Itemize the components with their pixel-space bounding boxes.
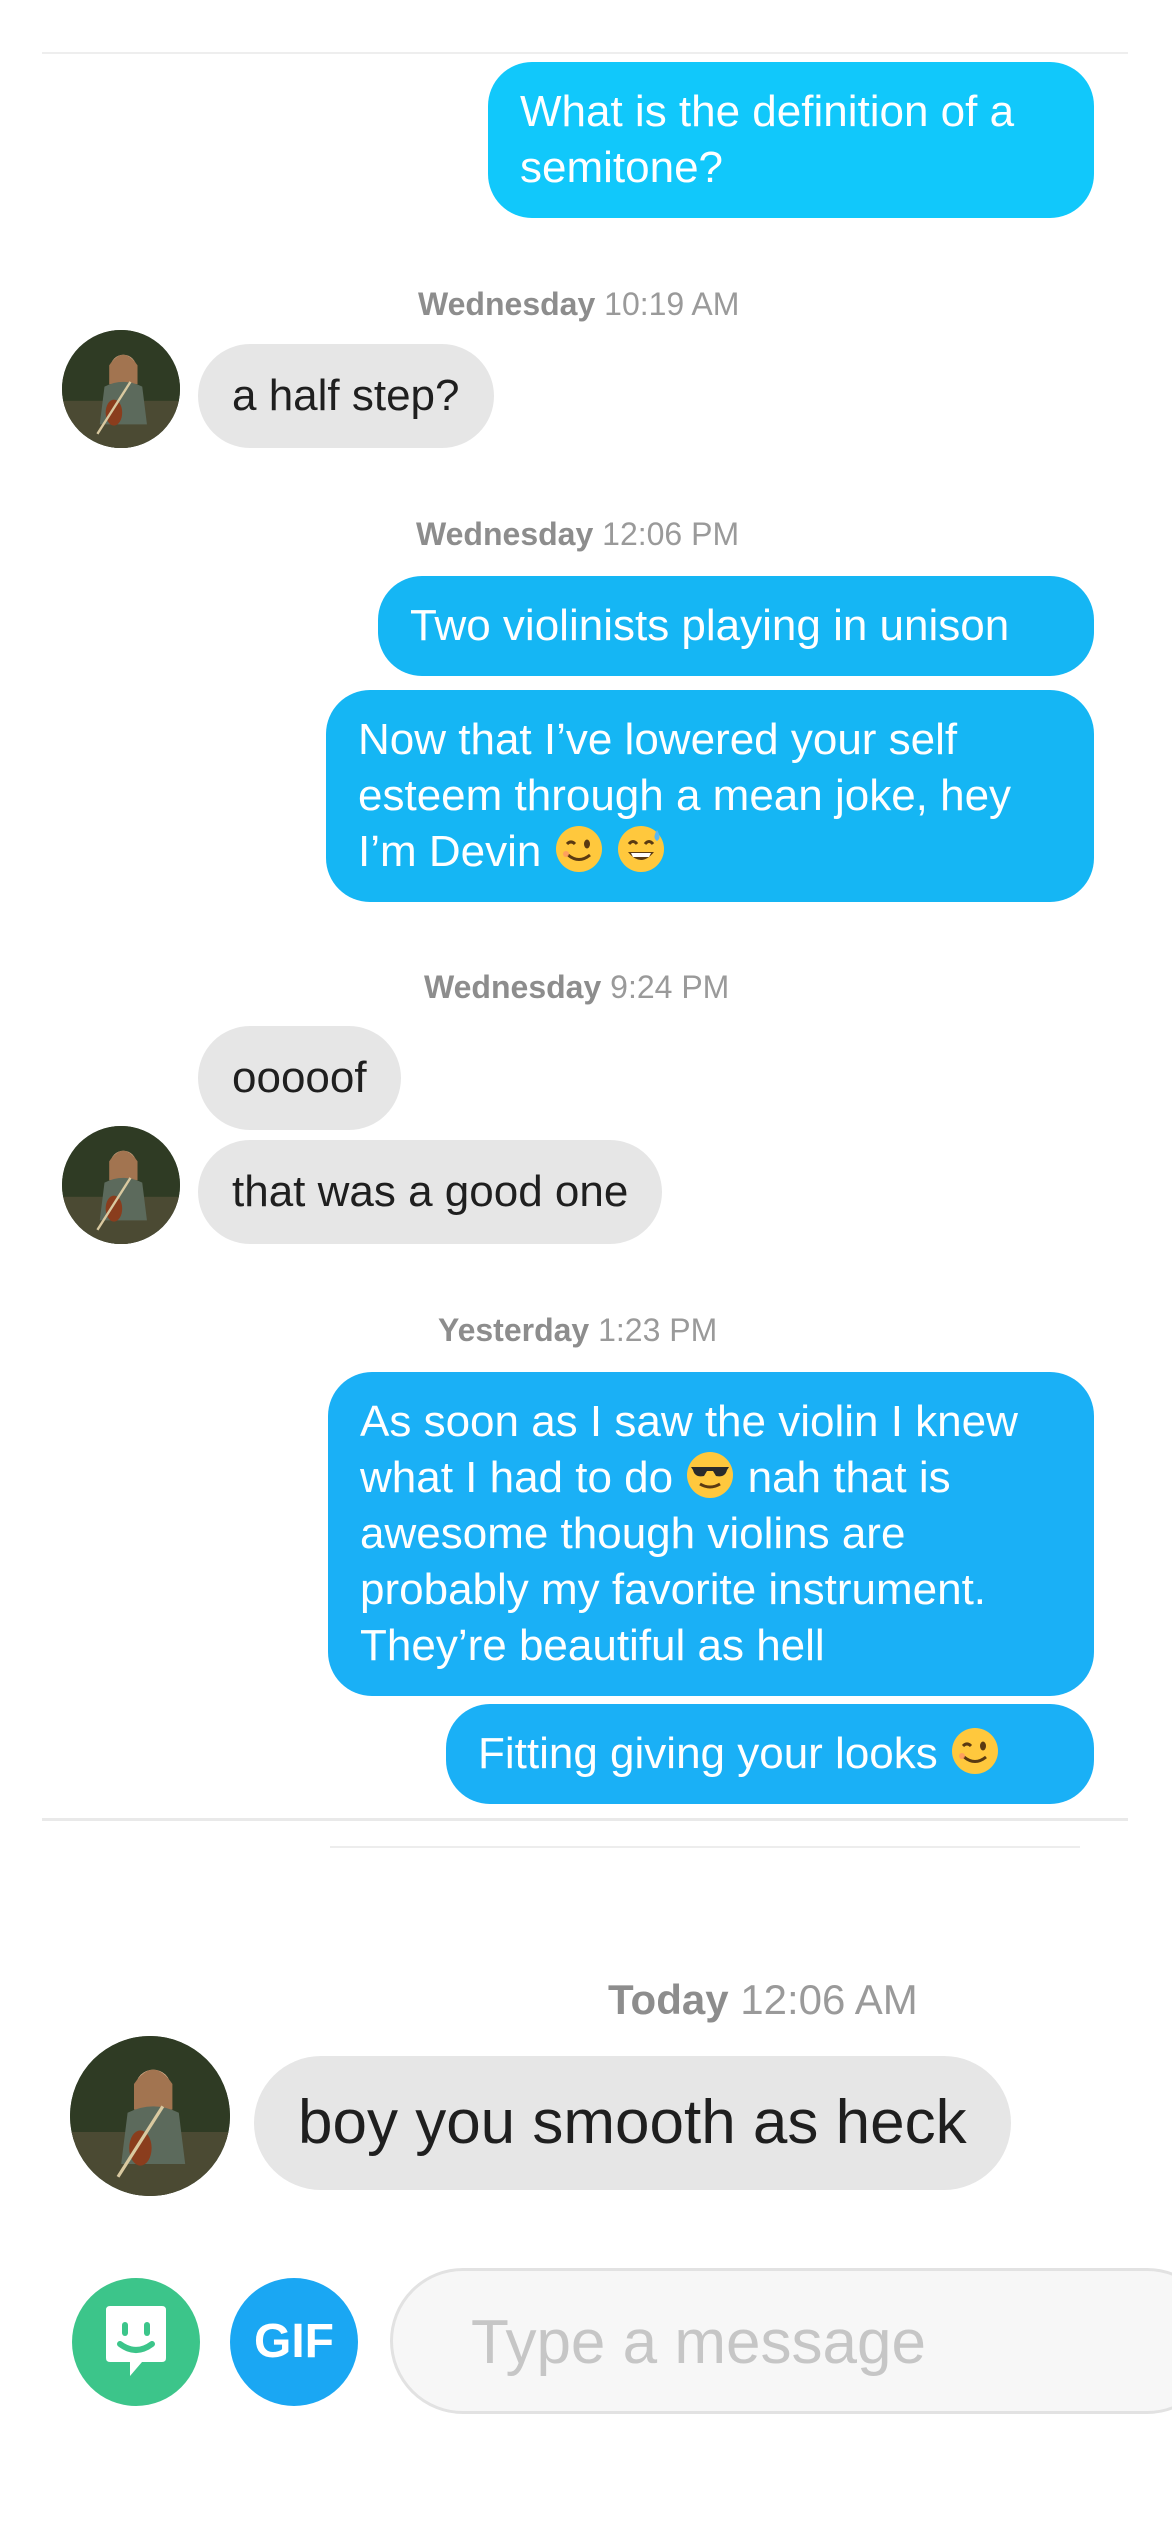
outgoing-message[interactable]: Two violinists playing in unison <box>378 576 1094 676</box>
message-text: a half step? <box>232 371 460 420</box>
timestamp-day: Today <box>608 1976 729 2023</box>
timestamp-time: 1:23 PM <box>598 1312 718 1348</box>
message-text: Fitting giving your looks <box>478 1729 938 1778</box>
winking-face-icon <box>555 826 602 872</box>
sunglasses-face-icon <box>687 1452 734 1498</box>
timestamp: Today 12:06 AM <box>608 1976 918 2024</box>
outgoing-message[interactable]: What is the definition of a semitone? <box>488 62 1094 218</box>
timestamp: Wednesday 12:06 PM <box>416 516 739 553</box>
timestamp-time: 10:19 AM <box>604 286 740 322</box>
timestamp-day: Wednesday <box>418 286 596 322</box>
incoming-message[interactable]: boy you smooth as heck <box>254 2056 1011 2190</box>
message-text: boy you smooth as heck <box>298 2088 967 2157</box>
separator-line <box>330 1846 1080 1848</box>
timestamp: Yesterday 1:23 PM <box>438 1312 717 1349</box>
winking-face-icon <box>952 1728 998 1774</box>
grinning-sweat-face-icon <box>617 826 664 872</box>
sticker-button[interactable] <box>72 2278 200 2406</box>
message-composer: GIF Type a message <box>0 2240 1172 2460</box>
message-text: Now that I’ve lowered your self esteem t… <box>358 715 1012 876</box>
incoming-message[interactable]: a half step? <box>198 344 494 448</box>
timestamp-day: Wednesday <box>424 969 602 1005</box>
gif-button[interactable]: GIF <box>230 2278 358 2406</box>
avatar[interactable] <box>62 1126 180 1244</box>
avatar[interactable] <box>62 330 180 448</box>
message-text: What is the definition of a semitone? <box>520 87 1015 192</box>
message-input-placeholder: Type a message <box>471 2308 926 2377</box>
message-input[interactable]: Type a message <box>390 2268 1172 2414</box>
message-text: Two violinists playing in unison <box>410 601 1010 650</box>
message-text: ooooof <box>232 1053 367 1102</box>
outgoing-message[interactable]: Fitting giving your looks <box>446 1704 1094 1804</box>
timestamp-time: 12:06 PM <box>602 516 740 552</box>
incoming-message[interactable]: that was a good one <box>198 1140 663 1244</box>
outgoing-message[interactable]: Now that I’ve lowered your self esteem t… <box>326 690 1094 902</box>
screenshot-seam <box>42 1818 1128 1821</box>
gif-label: GIF <box>254 2315 334 2368</box>
incoming-message[interactable]: ooooof <box>198 1026 401 1130</box>
message-text: that was a good one <box>232 1167 629 1216</box>
timestamp-day: Wednesday <box>416 516 594 552</box>
avatar[interactable] <box>70 2036 230 2196</box>
outgoing-message[interactable]: As soon as I saw the violin I knew what … <box>328 1372 1094 1696</box>
timestamp-day: Yesterday <box>438 1312 590 1348</box>
sticker-face-icon <box>106 2306 166 2376</box>
timestamp-time: 9:24 PM <box>610 969 730 1005</box>
timestamp: Wednesday 10:19 AM <box>418 286 739 323</box>
timestamp: Wednesday 9:24 PM <box>424 969 729 1006</box>
timestamp-time: 12:06 AM <box>740 1976 918 2023</box>
